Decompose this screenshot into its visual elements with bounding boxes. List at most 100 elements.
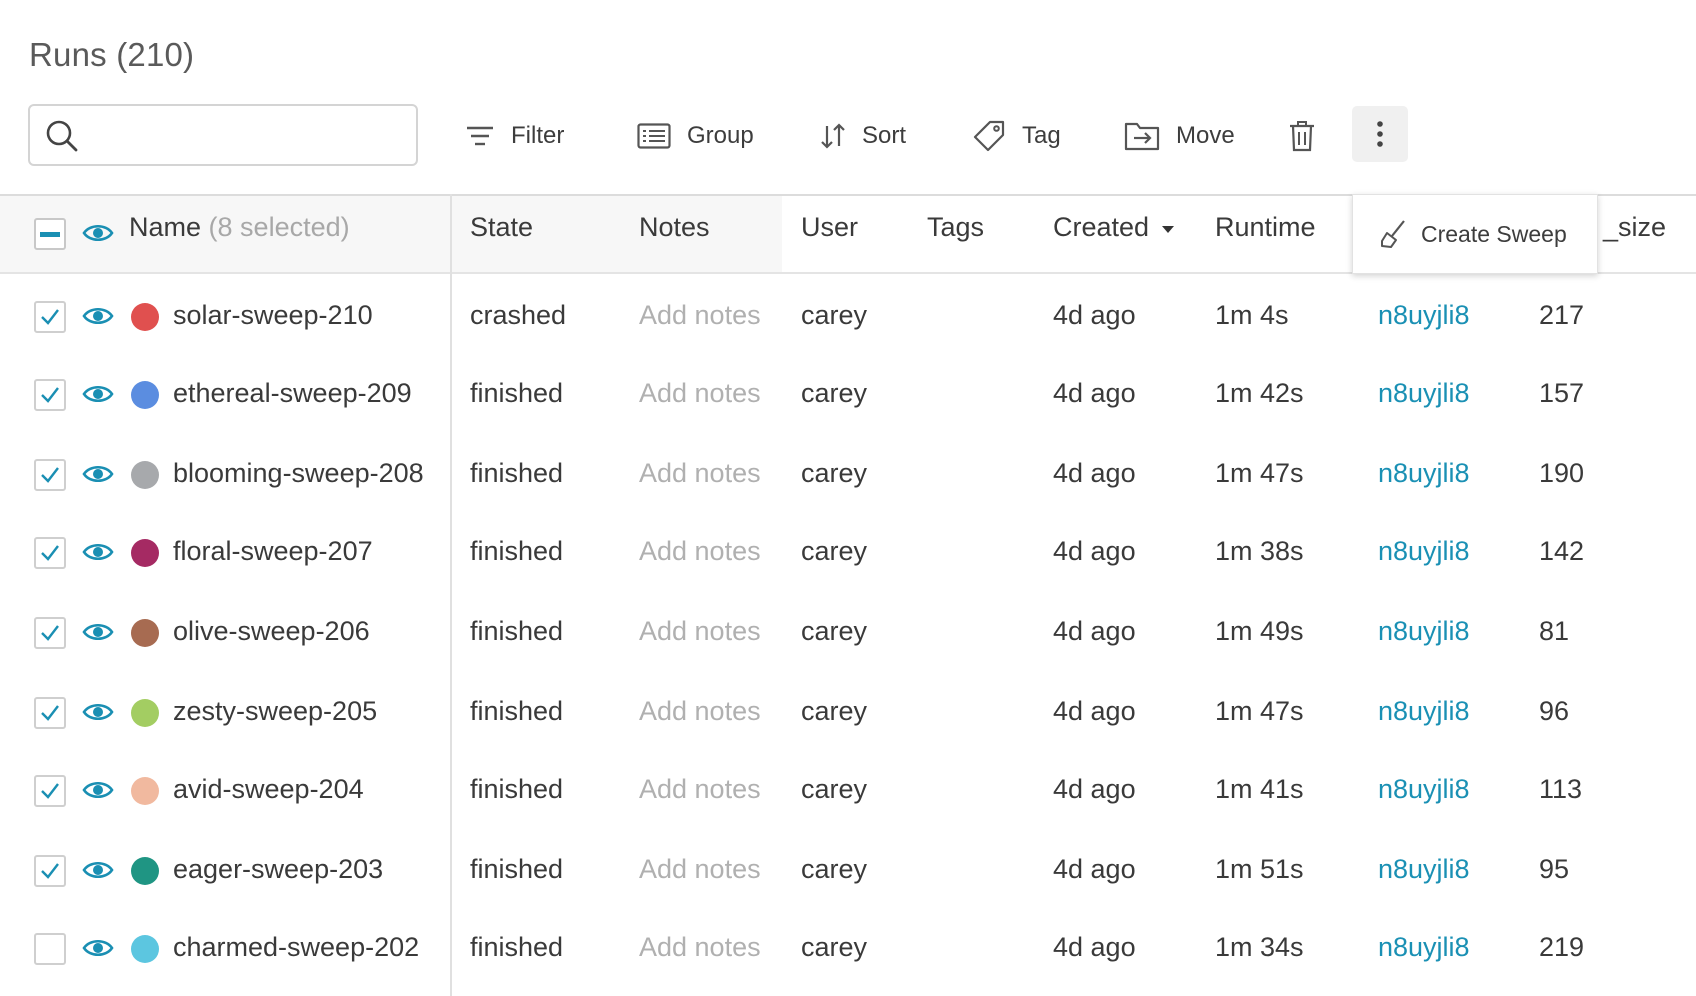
run-color-dot[interactable] — [131, 619, 159, 647]
cell-name[interactable]: charmed-sweep-202 — [173, 932, 419, 963]
cell-notes[interactable]: Add notes — [639, 616, 761, 647]
row-checkbox[interactable] — [34, 379, 66, 411]
cell-name[interactable]: ethereal-sweep-209 — [173, 378, 412, 409]
table-row[interactable]: blooming-sweep-208 finished Add notes carey… — [0, 436, 1696, 514]
eye-icon[interactable] — [82, 701, 114, 723]
cell-sweep[interactable]: n8uyjli8 — [1378, 536, 1470, 567]
cell-name[interactable]: blooming-sweep-208 — [173, 458, 424, 489]
eye-icon[interactable] — [82, 463, 114, 485]
cell-size: 96 — [1539, 696, 1570, 726]
row-checkbox[interactable] — [34, 537, 66, 569]
cell-sweep[interactable]: n8uyjli8 — [1378, 378, 1470, 409]
cell-name[interactable]: olive-sweep-206 — [173, 616, 370, 647]
cell-created: 4d ago — [1053, 696, 1136, 726]
selected-count: (8 selected) — [208, 212, 350, 242]
table-row[interactable]: avid-sweep-204 finished Add notes carey 4d a… — [0, 752, 1696, 830]
column-header-notes[interactable]: Notes — [639, 212, 710, 243]
sort-button[interactable]: Sort — [820, 112, 906, 160]
run-color-dot[interactable] — [131, 857, 159, 885]
row-checkbox[interactable] — [34, 933, 66, 965]
column-header-runtime[interactable]: Runtime — [1215, 212, 1316, 243]
filter-button[interactable]: Filter — [465, 112, 564, 160]
cell-notes[interactable]: Add notes — [639, 854, 761, 885]
select-all-checkbox[interactable] — [34, 218, 66, 250]
row-checkbox[interactable] — [34, 459, 66, 491]
cell-state: finished — [470, 536, 564, 566]
cell-sweep[interactable]: n8uyjli8 — [1378, 300, 1470, 331]
column-header-user[interactable]: User — [801, 212, 858, 243]
cell-sweep[interactable]: n8uyjli8 — [1378, 774, 1470, 805]
table-row[interactable]: olive-sweep-206 finished Add notes carey 4d … — [0, 594, 1696, 672]
row-checkbox[interactable] — [34, 855, 66, 887]
search-box[interactable] — [28, 104, 418, 166]
table-row[interactable]: solar-sweep-210 crashed Add notes carey 4d a… — [0, 278, 1696, 356]
table-row[interactable]: charmed-sweep-202 finished Add notes carey 4… — [0, 910, 1696, 988]
row-checkbox[interactable] — [34, 301, 66, 333]
cell-runtime: 1m 47s — [1215, 458, 1304, 488]
tag-label: Tag — [1022, 122, 1061, 149]
cell-sweep[interactable]: n8uyjli8 — [1378, 458, 1470, 489]
cell-notes[interactable]: Add notes — [639, 696, 761, 727]
run-color-dot[interactable] — [131, 699, 159, 727]
column-header-size[interactable]: _size — [1603, 212, 1666, 243]
eye-icon[interactable] — [82, 541, 114, 563]
cell-size: 81 — [1539, 616, 1570, 646]
search-input[interactable] — [88, 114, 408, 156]
cell-name[interactable]: zesty-sweep-205 — [173, 696, 377, 727]
run-color-dot[interactable] — [131, 935, 159, 963]
row-checkbox[interactable] — [34, 617, 66, 649]
cell-notes[interactable]: Add notes — [639, 300, 761, 331]
run-color-dot[interactable] — [131, 777, 159, 805]
cell-runtime: 1m 47s — [1215, 696, 1304, 726]
cell-notes[interactable]: Add notes — [639, 378, 761, 409]
table-row[interactable]: floral-sweep-207 finished Add notes carey 4d… — [0, 514, 1696, 592]
check-icon — [41, 467, 59, 483]
run-color-dot[interactable] — [131, 381, 159, 409]
tag-button[interactable]: Tag — [972, 112, 1061, 160]
cell-notes[interactable]: Add notes — [639, 458, 761, 489]
group-button[interactable]: Group — [637, 112, 754, 160]
run-color-dot[interactable] — [131, 539, 159, 567]
cell-user: carey — [801, 616, 868, 646]
cell-runtime: 1m 41s — [1215, 774, 1304, 804]
more-options-button[interactable] — [1352, 106, 1408, 162]
cell-notes[interactable]: Add notes — [639, 932, 761, 963]
eye-icon[interactable] — [82, 621, 114, 643]
sort-label: Sort — [862, 122, 907, 149]
column-header-tags[interactable]: Tags — [927, 212, 984, 243]
cell-user: carey — [801, 458, 868, 488]
delete-button[interactable] — [1288, 112, 1332, 160]
column-header-state[interactable]: State — [470, 212, 533, 243]
cell-sweep[interactable]: n8uyjli8 — [1378, 616, 1470, 647]
eye-icon[interactable] — [82, 305, 114, 327]
cell-name[interactable]: avid-sweep-204 — [173, 774, 364, 805]
run-color-dot[interactable] — [131, 461, 159, 489]
cell-state: finished — [470, 774, 564, 804]
row-checkbox[interactable] — [34, 775, 66, 807]
table-row[interactable]: zesty-sweep-205 finished Add notes carey 4d … — [0, 674, 1696, 752]
cell-name[interactable]: solar-sweep-210 — [173, 300, 373, 331]
eye-icon[interactable] — [82, 779, 114, 801]
eye-icon[interactable] — [82, 859, 114, 881]
column-header-name[interactable]: Name (8 selected) — [129, 212, 350, 243]
table-row[interactable]: eager-sweep-203 finished Add notes carey 4d … — [0, 832, 1696, 910]
create-sweep-popup[interactable]: Create Sweep — [1352, 194, 1598, 274]
row-checkbox[interactable] — [34, 697, 66, 729]
move-button[interactable]: Move — [1124, 112, 1235, 160]
table-row[interactable]: ethereal-sweep-209 finished Add notes carey… — [0, 356, 1696, 434]
run-color-dot[interactable] — [131, 303, 159, 331]
eye-icon[interactable] — [82, 222, 114, 244]
cell-notes[interactable]: Add notes — [639, 536, 761, 567]
cell-sweep[interactable]: n8uyjli8 — [1378, 854, 1470, 885]
cell-name[interactable]: eager-sweep-203 — [173, 854, 383, 885]
cell-sweep[interactable]: n8uyjli8 — [1378, 932, 1470, 963]
cell-size: 113 — [1539, 774, 1583, 804]
cell-notes[interactable]: Add notes — [639, 774, 761, 805]
cell-sweep[interactable]: n8uyjli8 — [1378, 696, 1470, 727]
cell-name[interactable]: floral-sweep-207 — [173, 536, 373, 567]
check-icon — [41, 705, 59, 721]
eye-icon[interactable] — [82, 937, 114, 959]
eye-icon[interactable] — [82, 383, 114, 405]
column-header-created[interactable]: Created — [1053, 212, 1175, 243]
cell-user: carey — [801, 854, 868, 884]
